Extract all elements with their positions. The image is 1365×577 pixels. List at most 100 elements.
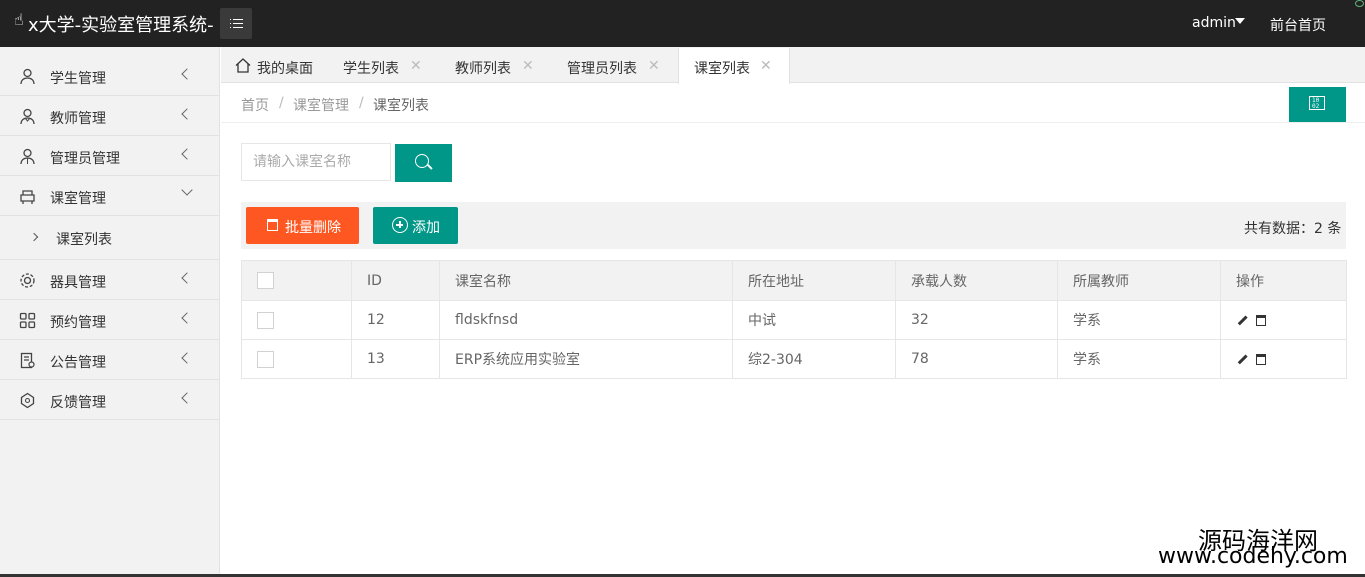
- delete-icon[interactable]: [1256, 314, 1266, 326]
- tab-bar: 我的桌面 学生列表 ✕ 教师列表 ✕ 管理员列表 ✕ 课室列表 ✕: [221, 47, 1365, 84]
- tab-admins[interactable]: 管理员列表 ✕: [553, 48, 673, 83]
- refresh-button[interactable]: 10 02: [1289, 87, 1346, 122]
- select-all-cell: [241, 260, 352, 301]
- tab-label: 学生列表: [343, 61, 399, 77]
- batch-delete-label: 批量删除: [285, 220, 341, 236]
- gear-icon: [20, 273, 35, 288]
- cell-teacher: 学系: [1057, 300, 1221, 340]
- sidebar-item-teachers[interactable]: 教师管理: [0, 96, 219, 136]
- sidebar-item-label: 反馈管理: [50, 395, 106, 411]
- row-checkbox[interactable]: [257, 350, 274, 368]
- app-title[interactable]: x大学-实验室管理系统-: [28, 11, 214, 37]
- menu-toggle-button[interactable]: [220, 8, 252, 39]
- sidebar-item-notices[interactable]: 公告管理: [0, 340, 219, 380]
- breadcrumb-home[interactable]: 首页: [241, 95, 269, 115]
- cell-capacity: 78: [895, 339, 1058, 379]
- admin-icon: [20, 148, 35, 165]
- user-icon: [20, 68, 35, 85]
- sidebar-item-label: 管理员管理: [50, 151, 120, 167]
- classroom-icon: [20, 190, 35, 204]
- sidebar-subitem-classroom-list[interactable]: 课室列表: [0, 216, 219, 260]
- tab-label: 教师列表: [455, 61, 511, 77]
- breadcrumb-classroom-mgmt[interactable]: 课室管理: [293, 95, 349, 115]
- sidebar-item-label: 课室管理: [50, 191, 106, 207]
- caret-down-icon[interactable]: [1235, 18, 1245, 24]
- add-label: 添加: [412, 220, 440, 236]
- tab-classroom-list[interactable]: 课室列表 ✕: [678, 48, 790, 84]
- cell-address: 中试: [732, 300, 896, 340]
- row-select-cell: [241, 300, 352, 340]
- search-input[interactable]: [241, 143, 391, 181]
- batch-delete-button[interactable]: 批量删除: [246, 207, 359, 244]
- pointer-cursor-icon: ☝: [14, 10, 24, 29]
- chevron-left-icon: [181, 392, 193, 404]
- refresh-icon: 10 02: [1309, 96, 1325, 110]
- top-header: ☝ x大学-实验室管理系统- admin 前台首页: [0, 0, 1365, 47]
- delete-icon[interactable]: [1256, 353, 1266, 365]
- edit-icon[interactable]: [1236, 314, 1248, 326]
- row-checkbox[interactable]: [257, 311, 274, 329]
- close-icon[interactable]: ✕: [522, 58, 534, 74]
- sidebar-item-label: 教师管理: [50, 111, 106, 127]
- sidebar-item-label: 器具管理: [50, 275, 106, 291]
- tab-label: 管理员列表: [567, 61, 637, 77]
- sidebar-item-classrooms[interactable]: 课室管理: [0, 176, 219, 216]
- sidebar-item-equipment[interactable]: 器具管理: [0, 260, 219, 300]
- cell-address: 综2-304: [732, 339, 896, 379]
- row-select-cell: [241, 339, 352, 379]
- list-icon: [229, 18, 243, 29]
- close-icon[interactable]: ✕: [648, 58, 660, 74]
- sidebar: 学生管理 教师管理 管理员管理 课室管理 课室列表 器具管理 预约管理 公告管理…: [0, 47, 220, 577]
- sidebar-item-reservations[interactable]: 预约管理: [0, 300, 219, 340]
- search-icon: [415, 154, 429, 168]
- column-header: 所在地址: [732, 260, 896, 301]
- sidebar-item-label: 预约管理: [50, 315, 106, 331]
- table-row: 13 ERP系统应用实验室 综2-304 78 学系: [241, 339, 1347, 379]
- cell-id: 12: [351, 300, 440, 340]
- chevron-left-icon: [181, 68, 193, 80]
- classroom-table: ID 课室名称 所在地址 承载人数 所属教师 操作 12 fldskfnsd 中…: [241, 260, 1347, 379]
- tab-desktop[interactable]: 我的桌面: [221, 48, 326, 83]
- tab-teachers[interactable]: 教师列表 ✕: [441, 48, 545, 83]
- add-button[interactable]: 添加: [373, 207, 458, 244]
- table-header-row: ID 课室名称 所在地址 承载人数 所属教师 操作: [241, 260, 1347, 301]
- column-header: ID: [351, 260, 440, 301]
- breadcrumb-separator: /: [279, 95, 284, 111]
- teacher-icon: [20, 108, 35, 125]
- status-indicator-icon: [1355, 0, 1364, 7]
- feedback-icon: [20, 392, 35, 409]
- sidebar-item-label: 公告管理: [50, 355, 106, 371]
- cell-capacity: 32: [895, 300, 1058, 340]
- grid-icon: [19, 312, 36, 329]
- breadcrumb-separator: /: [359, 95, 364, 111]
- watermark-url: www.codehy.com: [1158, 544, 1348, 569]
- column-header: 承载人数: [895, 260, 1058, 301]
- total-count: 共有数据：2 条: [1244, 221, 1342, 237]
- column-header: 操作: [1220, 260, 1347, 301]
- user-menu[interactable]: admin: [1192, 15, 1236, 31]
- select-all-checkbox[interactable]: [257, 272, 274, 289]
- close-icon[interactable]: ✕: [410, 58, 422, 74]
- sidebar-item-admins[interactable]: 管理员管理: [0, 136, 219, 176]
- chevron-left-icon: [181, 148, 193, 160]
- close-icon[interactable]: ✕: [760, 58, 772, 74]
- search-button[interactable]: [395, 144, 452, 182]
- cell-actions: [1220, 300, 1347, 340]
- sidebar-item-students[interactable]: 学生管理: [0, 56, 219, 96]
- chevron-left-icon: [181, 108, 193, 120]
- tab-students[interactable]: 学生列表 ✕: [329, 48, 433, 83]
- home-icon: [235, 58, 251, 73]
- cell-name: fldskfnsd: [439, 300, 733, 340]
- cell-teacher: 学系: [1057, 339, 1221, 379]
- sidebar-item-label: 学生管理: [50, 71, 106, 87]
- edit-icon[interactable]: [1236, 353, 1248, 365]
- sidebar-item-feedback[interactable]: 反馈管理: [0, 380, 219, 420]
- chevron-left-icon: [181, 312, 193, 324]
- cell-id: 13: [351, 339, 440, 379]
- front-home-link[interactable]: 前台首页: [1270, 15, 1326, 35]
- table-row: 12 fldskfnsd 中试 32 学系: [241, 300, 1347, 340]
- breadcrumb: 首页 / 课室管理 / 课室列表 10 02: [221, 83, 1365, 123]
- tab-label: 我的桌面: [257, 61, 313, 77]
- breadcrumb-current: 课室列表: [373, 98, 429, 114]
- trash-icon: [267, 219, 278, 231]
